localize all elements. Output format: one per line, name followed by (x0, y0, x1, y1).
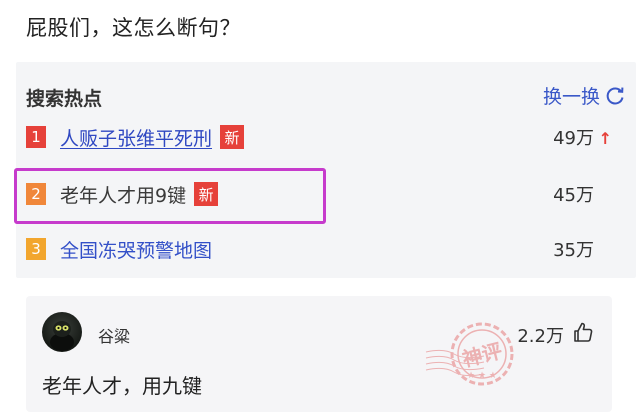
hot-item-link[interactable]: 人贩子张维平死刑 (60, 124, 212, 151)
hot-count: 49万 (553, 128, 594, 149)
refresh-button[interactable]: 换一换 (543, 82, 626, 109)
comment-author[interactable]: 谷粱 (98, 323, 130, 347)
rank-badge: 1 (26, 126, 46, 148)
hot-count: 35万 (553, 240, 594, 261)
avatar[interactable] (42, 312, 82, 352)
hot-search-title: 搜索热点 (26, 88, 103, 110)
comment-card: 谷粱 神评 ★ ★ ★ 2.2万 老年人才，用九键 (26, 296, 612, 412)
like-count: 2.2万 (517, 325, 564, 347)
post-question: 屁股们，这怎么断句？ (26, 16, 241, 40)
rank-badge: 3 (26, 238, 46, 260)
hot-item-link[interactable]: 全国冻哭预警地图 (60, 236, 212, 263)
hot-item-3[interactable]: 3 全国冻哭预警地图 35万 (26, 234, 606, 264)
hot-count: 45万 (553, 185, 594, 206)
comment-text: 老年人才，用九键 (42, 374, 202, 398)
highlight-annotation-box (14, 168, 326, 224)
svg-text:★ ★ ★: ★ ★ ★ (467, 371, 497, 381)
hot-item-1[interactable]: 1 人贩子张维平死刑 新 49万 ↑ (26, 122, 612, 152)
new-badge: 新 (220, 125, 245, 149)
refresh-label: 换一换 (542, 86, 600, 108)
like-button[interactable]: 2.2万 (517, 321, 594, 348)
trend-up-icon: ↑ (598, 129, 612, 148)
refresh-icon (604, 85, 626, 107)
god-comment-stamp-icon: 神评 ★ ★ ★ (425, 322, 514, 386)
svg-text:神评: 神评 (460, 338, 505, 371)
thumbs-up-icon (572, 321, 594, 348)
